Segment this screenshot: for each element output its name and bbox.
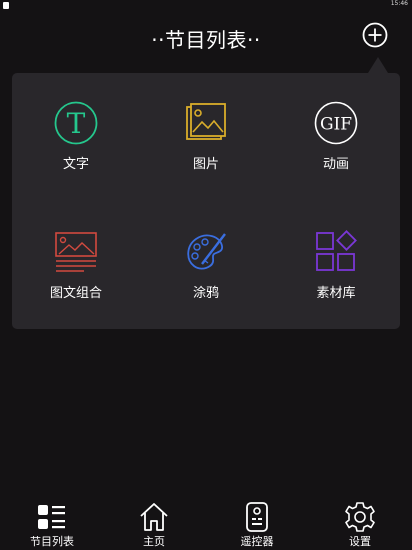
menu-item-material-library[interactable]: 素材库 [286, 230, 386, 320]
page-title: ··节目列表·· [151, 28, 261, 52]
tab-program-list[interactable]: 节目列表 [12, 495, 92, 550]
text-icon: T [54, 101, 98, 145]
status-bar: 15:46 [0, 0, 412, 12]
menu-item-label: 图片 [192, 157, 219, 172]
menu-pointer [368, 57, 388, 73]
status-time: 15:46 [390, 0, 408, 7]
tab-label: 遥控器 [240, 535, 274, 548]
tab-remote-control[interactable]: 遥控器 [217, 495, 297, 550]
menu-item-doodle[interactable]: 涂鸦 [156, 230, 256, 320]
status-icon [3, 2, 9, 9]
tab-label: 主页 [143, 535, 165, 548]
menu-item-label: 素材库 [316, 286, 356, 301]
menu-item-label: 动画 [322, 157, 349, 172]
svg-text:GIF: GIF [320, 115, 352, 135]
menu-item-image[interactable]: 图片 [156, 101, 256, 191]
bottom-tab-bar: 节目列表 主页 遥控器 设置 [0, 495, 412, 550]
menu-item-label: 图文组合 [49, 286, 102, 301]
menu-item-gif[interactable]: GIF 动画 [286, 101, 386, 191]
program-list-icon [38, 505, 65, 529]
menu-item-label: 涂鸦 [192, 286, 219, 301]
material-library-icon [316, 230, 357, 271]
menu-item-image-text[interactable]: 图文组合 [26, 230, 126, 320]
image-text-icon [55, 232, 97, 272]
paint-palette-icon [187, 233, 226, 270]
remote-control-icon [246, 502, 268, 532]
image-icon [186, 103, 226, 140]
menu-item-label: 文字 [62, 157, 89, 172]
tab-settings[interactable]: 设置 [320, 495, 400, 550]
gear-icon [345, 502, 375, 532]
tab-home[interactable]: 主页 [114, 495, 194, 550]
header: ··节目列表·· [0, 14, 412, 58]
plus-circle-icon [362, 22, 388, 48]
menu-item-text[interactable]: T 文字 [26, 101, 126, 191]
tab-label: 节目列表 [30, 535, 74, 548]
gif-icon: GIF [314, 101, 358, 145]
home-icon [140, 503, 168, 531]
svg-text:T: T [67, 107, 86, 140]
tab-label: 设置 [349, 535, 371, 548]
add-button[interactable] [362, 22, 388, 48]
add-program-menu: T 文字 图片 GIF 动画 图文组合 涂鸦 素材库 [12, 73, 400, 329]
